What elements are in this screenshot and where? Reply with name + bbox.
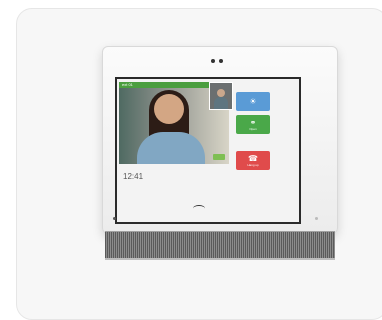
- video-camera-icon[interactable]: [213, 154, 225, 160]
- pip-person-body: [214, 97, 228, 109]
- camera-lens-left: [211, 59, 215, 63]
- home-indicator[interactable]: [193, 205, 205, 212]
- bell-icon: ☀: [249, 96, 257, 106]
- speaker-grille: [105, 231, 335, 260]
- phone-icon: ☎: [248, 153, 258, 163]
- visitor-face: [154, 94, 184, 124]
- hang-up-button[interactable]: ☎ Hang up: [236, 151, 270, 170]
- video-intercom-device: ext 01 12:41 ☀ ⚭ Open ☎ Hang up: [102, 46, 338, 260]
- open-door-button[interactable]: ⚭ Open: [236, 115, 270, 134]
- brand-logo: [315, 217, 318, 220]
- visitor-body: [137, 132, 205, 164]
- bell-button[interactable]: ☀: [236, 92, 270, 111]
- clock: 12:41: [123, 172, 144, 181]
- video-label: ext 01: [122, 82, 133, 87]
- intercom-screen: ext 01 12:41 ☀ ⚭ Open ☎ Hang up: [115, 77, 301, 224]
- pip-person-face: [217, 89, 225, 97]
- picture-in-picture[interactable]: [209, 82, 233, 110]
- status-led: [113, 217, 116, 220]
- key-icon: ⚭: [249, 117, 257, 127]
- camera-lens-right: [219, 59, 223, 63]
